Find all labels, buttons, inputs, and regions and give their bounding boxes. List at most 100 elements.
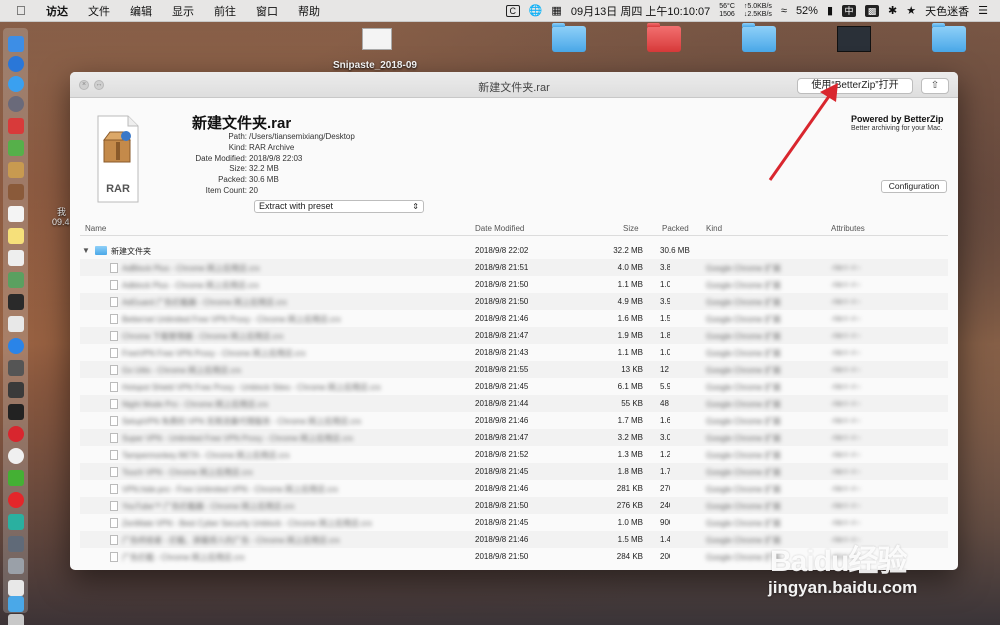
grid-icon[interactable]: ▦	[551, 4, 561, 17]
archive-utility-icon[interactable]	[8, 558, 24, 574]
system-prefs-icon[interactable]	[8, 360, 24, 376]
rocket-icon[interactable]	[8, 96, 24, 112]
table-row[interactable]: VPN.hide.pro - Free Unlimited VPN - Chro…	[80, 480, 948, 497]
copyright-c-icon[interactable]: C	[505, 4, 520, 17]
file-packed: 270 KB	[660, 484, 670, 493]
yandex-icon[interactable]	[8, 448, 24, 464]
table-row[interactable]: Touch VPN - Chrome 网上应用店.crx 2018/9/8 21:…	[80, 463, 948, 480]
weibo-icon[interactable]	[8, 492, 24, 508]
menu-edit[interactable]: 编辑	[130, 3, 152, 19]
vivaldi-icon[interactable]	[8, 426, 24, 442]
column-date-modified[interactable]: Date Modified	[475, 224, 524, 233]
app-gray-icon[interactable]	[8, 536, 24, 552]
column-packed[interactable]: Packed	[662, 224, 689, 233]
document-icon[interactable]	[8, 580, 24, 596]
archive-app-icon[interactable]	[8, 162, 24, 178]
table-row[interactable]: SetupVPN 免费的 VPN 无限流量代理服务 - Chrome 网上应用店…	[80, 412, 948, 429]
battery-icon[interactable]: ▮	[827, 4, 833, 17]
menu-app-name[interactable]: 访达	[46, 3, 68, 19]
file-attributes: -rw-r--r--	[831, 399, 861, 408]
battery-percent[interactable]: 52%	[796, 5, 818, 17]
file-icon	[110, 399, 118, 409]
notes-brown-icon[interactable]	[8, 184, 24, 200]
info-row-packed: Packed: 30.6 MB	[218, 175, 279, 185]
column-attributes[interactable]: Attributes	[831, 224, 865, 233]
open-with-betterzip-button[interactable]: 使用“BetterZip”打开	[797, 78, 913, 94]
file-kind: Google Chrome 扩展	[706, 366, 781, 375]
desktop-folder-red[interactable]	[647, 26, 681, 52]
android-icon[interactable]	[8, 140, 24, 156]
table-row[interactable]: YouTube™ 广告拦截器 - Chrome 网上应用店.crx 2018/9/…	[80, 497, 948, 514]
menu-go[interactable]: 前往	[214, 3, 236, 19]
table-row[interactable]: FreeVPN Free VPN Proxy - Chrome 网上应用店.cr…	[80, 344, 948, 361]
safari-icon[interactable]	[8, 76, 24, 92]
maps-icon[interactable]	[8, 272, 24, 288]
file-size: 1.1 MB	[617, 280, 643, 289]
desktop-folder-3[interactable]	[932, 26, 966, 52]
desktop-screenshot-thumbnail[interactable]	[362, 28, 392, 50]
activity-monitor-icon[interactable]	[8, 294, 24, 310]
datetime[interactable]: 09月13日 周四 上午10:10:07	[571, 3, 710, 19]
table-row[interactable]: Super VPN - Unlimited Free VPN Proxy - C…	[80, 429, 948, 446]
terminal-icon[interactable]	[8, 404, 24, 420]
file-icon	[110, 484, 118, 494]
file-attributes: -rw-r--r--	[831, 263, 861, 272]
notes-icon[interactable]	[8, 228, 24, 244]
table-row[interactable]: Adblock Plus - Chrome 网上应用店.crx 2018/9/8 …	[80, 276, 948, 293]
desktop-folder-2[interactable]	[742, 26, 776, 52]
table-row[interactable]: Betternet Unlimited Free VPN Proxy - Chr…	[80, 310, 948, 327]
configuration-button[interactable]: Configuration	[881, 180, 947, 193]
app-teal-icon[interactable]	[8, 514, 24, 530]
column-size[interactable]: Size	[623, 224, 639, 233]
folder-packed: 30.6 MB	[660, 246, 690, 255]
downloads-folder-icon[interactable]	[8, 596, 24, 612]
launchpad-icon[interactable]	[8, 56, 24, 72]
table-row[interactable]: Night Mode Pro - Chrome 网上应用店.crx 2018/9/…	[80, 395, 948, 412]
trash-icon[interactable]	[8, 614, 24, 625]
camera-icon[interactable]	[8, 382, 24, 398]
column-kind[interactable]: Kind	[706, 224, 722, 233]
app-red-icon[interactable]	[8, 118, 24, 134]
apple-icon[interactable]: 	[16, 3, 32, 18]
file-icon	[110, 314, 118, 324]
file-date: 2018/9/8 21:52	[475, 450, 529, 459]
menu-file[interactable]: 文件	[88, 3, 110, 19]
input-method[interactable]: 中	[842, 4, 857, 17]
calendar-icon[interactable]	[8, 206, 24, 222]
table-row[interactable]: Go Utils - Chrome 网上应用店.crx 2018/9/8 21:5…	[80, 361, 948, 378]
table-row[interactable]: AdBlock Plus - Chrome 网上应用店.crx 2018/9/8 …	[80, 259, 948, 276]
menu-view[interactable]: 显示	[172, 3, 194, 19]
desktop-image-file[interactable]	[837, 26, 871, 52]
menu-help[interactable]: 帮助	[298, 3, 320, 19]
app-store-icon[interactable]	[8, 338, 24, 354]
extract-preset-select[interactable]: Extract with preset ⇕	[254, 200, 424, 213]
wechat-icon[interactable]	[8, 470, 24, 486]
folder-row[interactable]: ▼ 新建文件夹 2018/9/8 22:02 32.2 MB 30.6 MB	[80, 242, 948, 259]
list-menu-icon[interactable]: ☰	[978, 4, 988, 17]
column-name[interactable]: Name	[85, 224, 106, 233]
finder-icon[interactable]	[8, 36, 24, 52]
file-attributes: -rw-r--r--	[831, 280, 861, 289]
screenshot-app-icon[interactable]: ▩	[865, 4, 880, 17]
reminders-icon[interactable]	[8, 250, 24, 266]
preview-icon[interactable]	[8, 316, 24, 332]
share-icon[interactable]: ⇧	[921, 78, 949, 94]
globe-icon[interactable]: 🌐	[529, 4, 543, 17]
disclosure-triangle-icon[interactable]: ▼	[82, 246, 90, 255]
file-packed: 1.4 MB	[660, 535, 670, 544]
star-icon[interactable]: ★	[906, 4, 916, 17]
file-date: 2018/9/8 21:45	[475, 382, 529, 391]
desktop-folder-1[interactable]	[552, 26, 586, 52]
table-row[interactable]: AdGuard 广告拦截器 - Chrome 网上应用店.crx 2018/9/8…	[80, 293, 948, 310]
table-row[interactable]: Hotspot Shield VPN Free Proxy - Unblock …	[80, 378, 948, 395]
file-attributes: -rw-r--r--	[831, 518, 861, 527]
table-row[interactable]: ZenMate VPN - Best Cyber Security Unbloc…	[80, 514, 948, 531]
user-name[interactable]: 天色迷香	[925, 3, 969, 19]
bluetooth-icon[interactable]: ✱	[888, 4, 897, 17]
table-row[interactable]: Chrome 下载管理器 - Chrome 网上应用店.crx 2018/9/8 …	[80, 327, 948, 344]
desktop-screenshot-label[interactable]: Snipaste_2018-09	[333, 60, 417, 71]
table-row[interactable]: Tampermonkey BETA - Chrome 网上应用店.crx 2018…	[80, 446, 948, 463]
menu-window[interactable]: 窗口	[256, 3, 278, 19]
wifi-icon[interactable]: ≈	[781, 5, 787, 17]
file-name: FreeVPN Free VPN Proxy - Chrome 网上应用店.cr…	[122, 349, 306, 358]
